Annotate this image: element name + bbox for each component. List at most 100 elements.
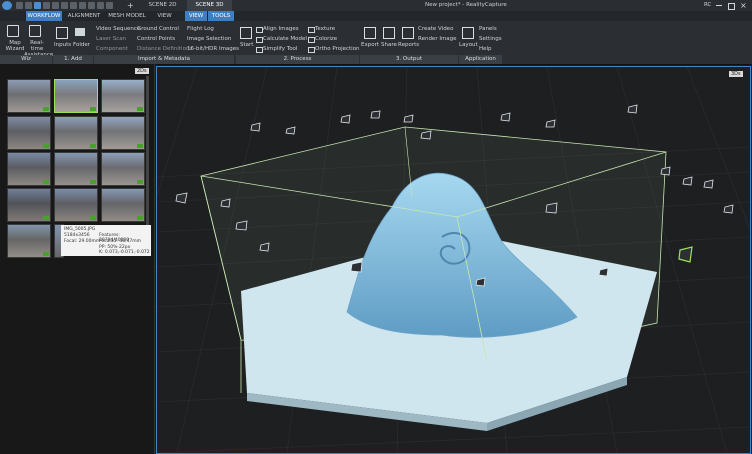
calculate-model-button[interactable]: Calculate Model bbox=[263, 36, 307, 42]
camera-icon[interactable] bbox=[350, 261, 363, 273]
thumbnail-11[interactable] bbox=[54, 188, 98, 222]
layout-triple-icon[interactable] bbox=[88, 2, 95, 9]
start-button[interactable]: Start bbox=[240, 42, 253, 48]
folder-button[interactable]: Folder bbox=[73, 42, 90, 48]
image-selection-button[interactable]: Image Selection bbox=[187, 36, 231, 42]
simplify-tool-button[interactable]: Simplify Tool bbox=[263, 46, 297, 52]
group-wiz: Wiz bbox=[0, 55, 52, 64]
camera-icon[interactable] bbox=[627, 104, 638, 114]
map-wizard-icon[interactable] bbox=[7, 25, 19, 37]
tab-scene-2d[interactable]: SCENE 2D bbox=[140, 0, 185, 11]
inputs-button[interactable]: Inputs bbox=[54, 42, 71, 48]
layout-2x2-icon[interactable] bbox=[43, 2, 50, 9]
layout-icon[interactable] bbox=[16, 2, 23, 9]
thumbnail-10[interactable] bbox=[7, 188, 51, 222]
layout-app-icon[interactable] bbox=[462, 27, 474, 39]
layout-1x3-icon[interactable] bbox=[52, 2, 59, 9]
distance-definitions-button[interactable]: Distance Definitions bbox=[137, 46, 192, 52]
layout-wide-icon[interactable] bbox=[106, 2, 113, 9]
thumbnail-12[interactable] bbox=[101, 188, 145, 222]
user-initials[interactable]: RC bbox=[704, 0, 711, 11]
tab-tools[interactable]: TOOLS bbox=[208, 11, 234, 21]
layout-quad-icon[interactable] bbox=[97, 2, 104, 9]
export-icon[interactable] bbox=[364, 27, 376, 39]
colorize-button[interactable]: Colorize bbox=[315, 36, 337, 42]
scene-3d-viewport[interactable]: 3Ds bbox=[156, 66, 751, 454]
panels-button[interactable]: Panels bbox=[479, 26, 497, 32]
camera-icon[interactable] bbox=[723, 204, 734, 214]
thumbnail-7[interactable] bbox=[7, 152, 51, 186]
camera-icon[interactable] bbox=[285, 126, 296, 135]
folder-icon[interactable] bbox=[75, 28, 85, 36]
thumbnail-1[interactable] bbox=[7, 79, 51, 113]
map-wizard-button[interactable]: Map Wizard bbox=[4, 40, 26, 52]
camera-icon[interactable] bbox=[175, 192, 188, 204]
tab-scene-3d[interactable]: SCENE 3D bbox=[187, 0, 232, 11]
tab-alignment[interactable]: ALIGNMENT bbox=[64, 11, 104, 21]
ground-control-button[interactable]: Ground Control bbox=[137, 26, 179, 32]
close-icon[interactable]: × bbox=[740, 0, 747, 11]
render-image-button[interactable]: Render Image bbox=[418, 36, 457, 42]
control-points-button[interactable]: Control Points bbox=[137, 36, 175, 42]
layout-button[interactable]: Layout bbox=[459, 42, 478, 48]
minimize-icon[interactable] bbox=[716, 5, 722, 6]
group-process: 2. Process bbox=[236, 55, 359, 64]
laser-scan-button[interactable]: Laser Scan bbox=[96, 36, 126, 42]
start-icon[interactable] bbox=[240, 27, 252, 39]
tab-workflow[interactable]: WORKFLOW bbox=[26, 11, 62, 21]
tab-view-active[interactable]: VIEW bbox=[185, 11, 207, 21]
export-button[interactable]: Export bbox=[361, 42, 379, 48]
image-info-tooltip: IMG_5005.JPG 5184x3456 Focal: 29.00mm Fe… bbox=[61, 225, 151, 256]
align-images-icon bbox=[256, 27, 263, 33]
help-button[interactable]: Help bbox=[479, 46, 492, 52]
layout-row-icon[interactable] bbox=[79, 2, 86, 9]
group-output: 3. Output bbox=[360, 55, 458, 64]
camera-icon[interactable] bbox=[545, 119, 556, 128]
camera-icon[interactable] bbox=[403, 114, 414, 123]
ortho-projection-button[interactable]: Ortho Projection bbox=[315, 46, 360, 52]
thumbnail-8[interactable] bbox=[54, 152, 98, 186]
scene-3d-canvas[interactable] bbox=[157, 67, 750, 453]
texture-button[interactable]: Texture bbox=[315, 26, 335, 32]
thumbnail-3[interactable] bbox=[101, 79, 145, 113]
camera-icon[interactable] bbox=[500, 112, 511, 122]
hdr-images-button[interactable]: 16-bit/HDR Images bbox=[187, 46, 239, 52]
camera-icon[interactable] bbox=[370, 110, 381, 119]
tab-mesh-model[interactable]: MESH MODEL bbox=[106, 11, 148, 21]
camera-icon[interactable] bbox=[703, 179, 714, 189]
group-application: Application bbox=[459, 55, 502, 64]
layout-col-icon[interactable] bbox=[70, 2, 77, 9]
align-images-button[interactable]: Align Images bbox=[263, 26, 299, 32]
create-video-button[interactable]: Create Video bbox=[418, 26, 453, 32]
flight-log-button[interactable]: Flight Log bbox=[187, 26, 214, 32]
app-logo-icon[interactable] bbox=[2, 1, 12, 10]
thumbnail-2[interactable] bbox=[54, 79, 98, 113]
thumbnail-4[interactable] bbox=[7, 116, 51, 150]
realtime-assistance-icon[interactable] bbox=[29, 25, 41, 37]
thumbnail-9[interactable] bbox=[101, 152, 145, 186]
layout-3x1-icon[interactable] bbox=[61, 2, 68, 9]
status-badge bbox=[90, 107, 96, 111]
camera-icon[interactable] bbox=[340, 114, 351, 124]
video-sequence-button[interactable]: Video Sequence bbox=[96, 26, 140, 32]
inputs-icon[interactable] bbox=[56, 27, 68, 39]
selected-camera-icon[interactable] bbox=[678, 246, 693, 263]
camera-icon[interactable] bbox=[250, 122, 261, 132]
thumbnail-6[interactable] bbox=[101, 116, 145, 150]
component-button[interactable]: Component bbox=[96, 46, 128, 52]
panel-scrollbar[interactable] bbox=[146, 76, 149, 226]
camera-icon[interactable] bbox=[682, 176, 693, 186]
layout-split-icon[interactable] bbox=[25, 2, 32, 9]
reports-icon[interactable] bbox=[402, 27, 414, 39]
share-button[interactable]: Share bbox=[381, 42, 397, 48]
reports-button[interactable]: Reports bbox=[398, 42, 419, 48]
add-tab-icon[interactable]: + bbox=[127, 1, 134, 10]
settings-button[interactable]: Settings bbox=[479, 36, 502, 42]
tab-view[interactable]: VIEW bbox=[152, 11, 177, 21]
maximize-icon[interactable] bbox=[728, 3, 735, 10]
thumbnail-13[interactable] bbox=[7, 224, 51, 258]
thumbnail-5[interactable] bbox=[54, 116, 98, 150]
camera-icon[interactable] bbox=[545, 202, 558, 214]
share-icon[interactable] bbox=[383, 27, 395, 39]
layout-grid-icon[interactable] bbox=[34, 2, 41, 9]
